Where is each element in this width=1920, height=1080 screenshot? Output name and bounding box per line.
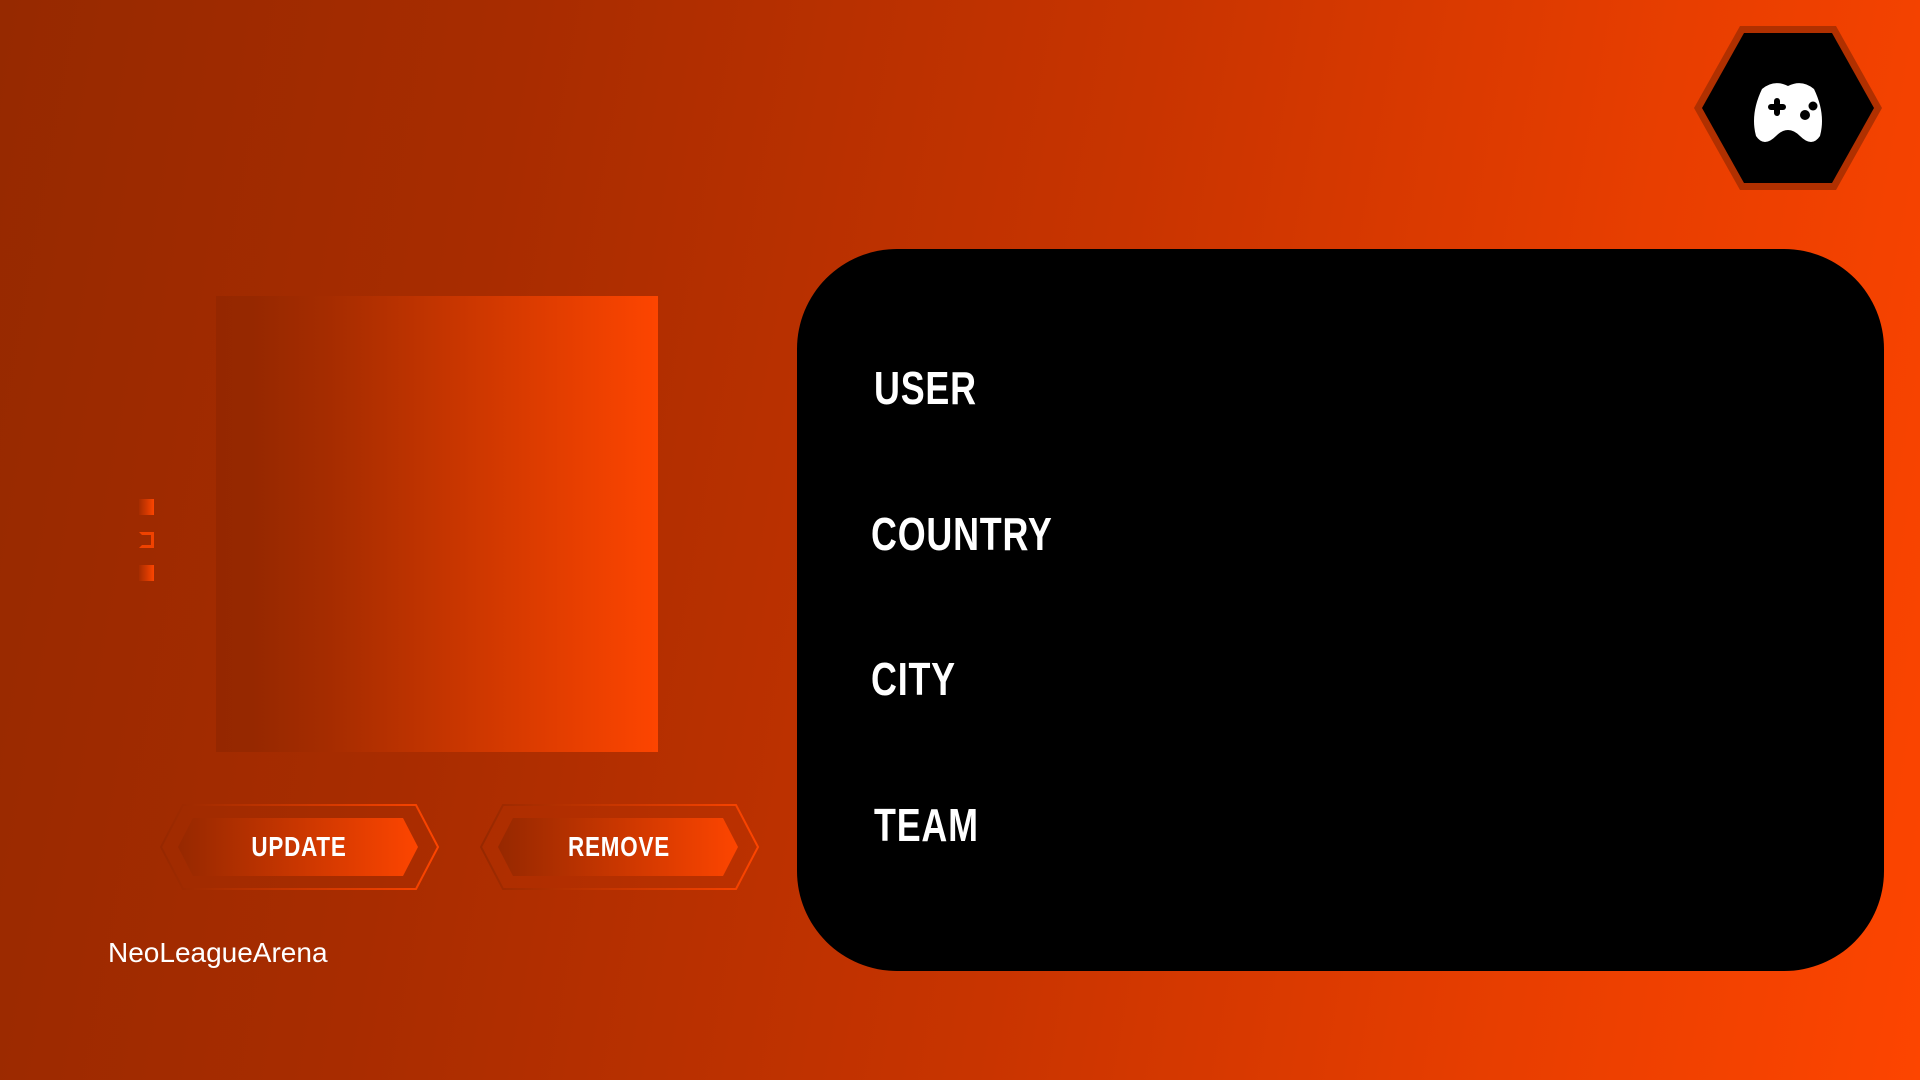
update-label: UPDATE: [251, 831, 347, 862]
remove-button[interactable]: REMOVE: [478, 803, 760, 891]
country-label: COUNTRY: [871, 508, 1053, 560]
update-button[interactable]: UPDATE: [158, 803, 440, 891]
pager-dot[interactable]: [139, 499, 154, 515]
profile-image-placeholder: [216, 296, 658, 752]
pager-dot-active[interactable]: [139, 532, 154, 548]
pager-dot[interactable]: [139, 565, 154, 581]
profile-panel: USER COUNTRY CITY TEAM: [797, 249, 1884, 971]
user-label: USER: [874, 362, 977, 414]
remove-label: REMOVE: [568, 831, 670, 862]
brand-name: NeoLeagueArena: [108, 937, 328, 968]
city-label: CITY: [871, 653, 956, 705]
team-label: TEAM: [874, 799, 979, 851]
gamepad-logo[interactable]: [1692, 24, 1884, 197]
gamepad-icon: [1694, 26, 1882, 190]
